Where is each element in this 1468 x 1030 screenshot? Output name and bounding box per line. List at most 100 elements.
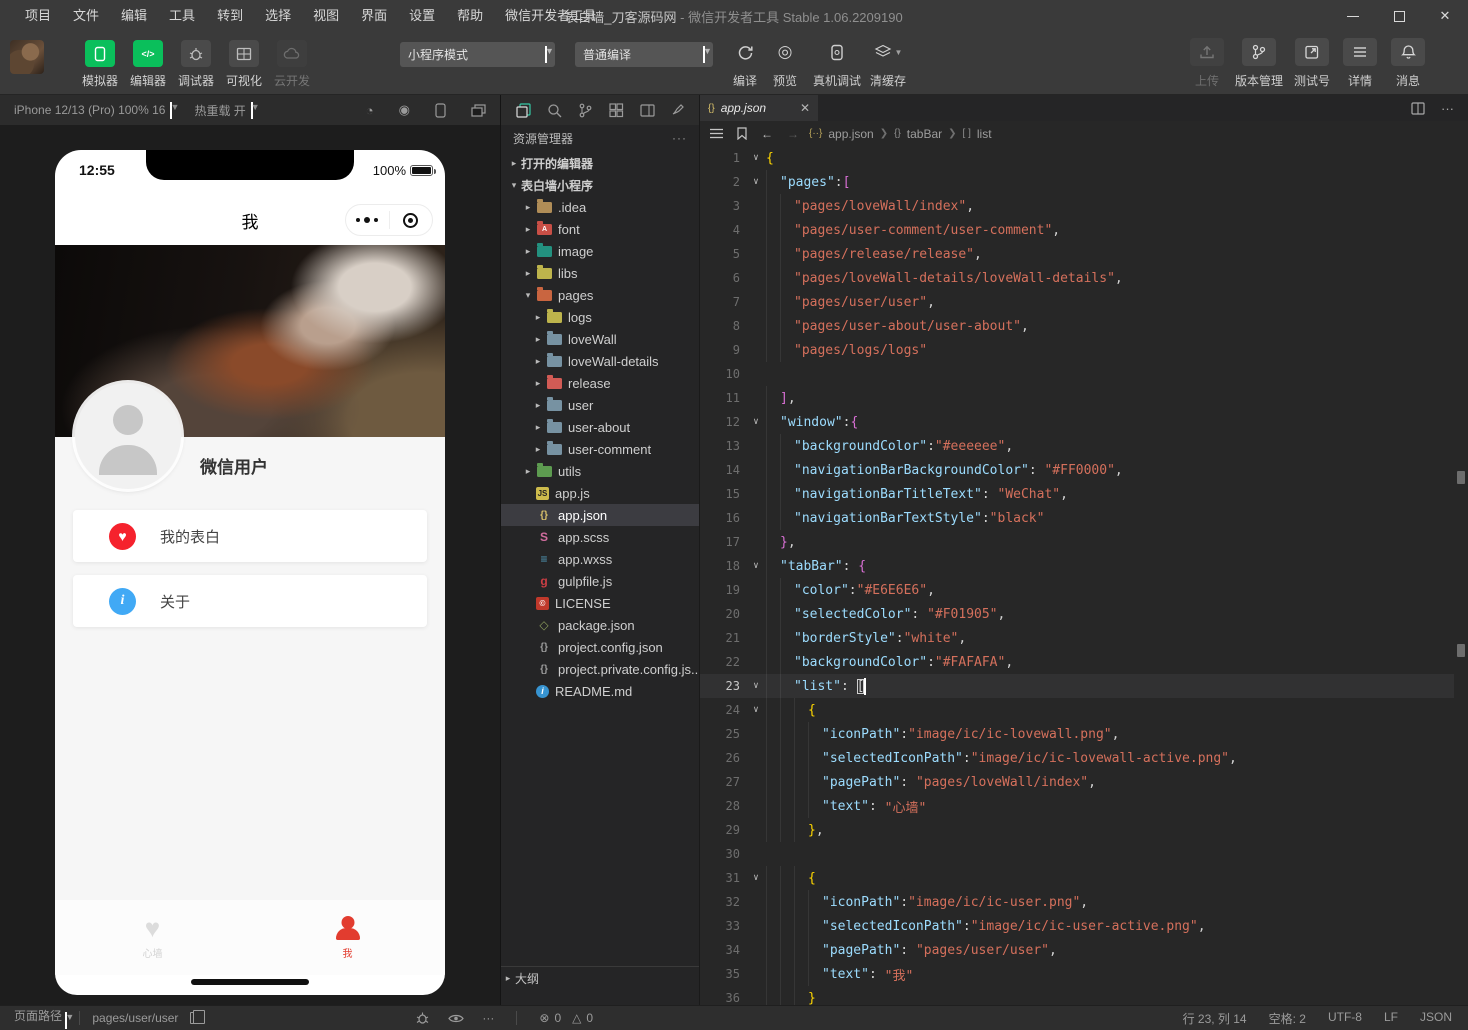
code-line-2[interactable]: 2∨"pages":[ — [700, 170, 1454, 194]
chevron-right-icon[interactable]: ▸ — [531, 444, 545, 455]
breadcrumb-item-app.json[interactable]: app.json — [828, 127, 873, 141]
code-line-34[interactable]: 34"pagePath": "pages/user/user", — [700, 938, 1454, 962]
tree-item-utils[interactable]: ▸utils — [501, 460, 699, 482]
chevron-right-icon[interactable]: ▸ — [531, 312, 545, 323]
code-line-22[interactable]: 22"backgroundColor":"#FAFAFA", — [700, 650, 1454, 674]
home-indicator[interactable] — [191, 979, 309, 985]
close-capsule-button[interactable] — [390, 213, 433, 228]
tree-item-project.config.json[interactable]: {}project.config.json — [501, 636, 699, 658]
chevron-right-icon[interactable]: ▸ — [521, 224, 535, 235]
fold-chevron-icon[interactable]: ∨ — [746, 177, 766, 187]
device-selector[interactable]: iPhone 12/13 (Pro) 100% 16▼ — [14, 102, 172, 119]
chevron-right-icon[interactable]: ▸ — [521, 202, 535, 213]
tab-app-json[interactable]: {} app.json ✕ — [700, 95, 818, 121]
clear-cache-button[interactable]: ▼ — [871, 38, 905, 66]
chevron-right-icon[interactable]: ▸ — [531, 356, 545, 367]
menu-item-2[interactable]: 文件 — [62, 0, 110, 32]
tree-item-release[interactable]: ▸release — [501, 372, 699, 394]
more-icon[interactable]: ··· — [482, 1011, 494, 1025]
test-account-button[interactable] — [1295, 38, 1329, 66]
menu-item-4[interactable]: 工具 — [158, 0, 206, 32]
tab-heart-wall[interactable]: ♥ 心墙 — [55, 900, 250, 975]
fold-chevron-icon[interactable]: ∨ — [746, 873, 766, 883]
tree-item-loveWall[interactable]: ▸loveWall — [501, 328, 699, 350]
fold-chevron-icon[interactable]: ∨ — [746, 681, 766, 691]
theme-brush-icon[interactable] — [668, 100, 688, 120]
chevron-right-icon[interactable]: ▸ — [521, 466, 535, 477]
menu-item-3[interactable]: 编辑 — [110, 0, 158, 32]
code-line-11[interactable]: 11], — [700, 386, 1454, 410]
problems-indicator[interactable]: ⊗0 △0 — [539, 1011, 593, 1025]
status-indent-setting[interactable]: 空格: 2 — [1269, 1010, 1306, 1027]
chevron-right-icon[interactable]: ▸ — [531, 400, 545, 411]
tree-item-font[interactable]: ▸Afont — [501, 218, 699, 240]
chevron-down-icon[interactable]: ▾ — [521, 290, 535, 301]
more-button[interactable] — [346, 217, 389, 223]
tree-item-README.md[interactable]: iREADME.md — [501, 680, 699, 702]
tree-item-image[interactable]: ▸image — [501, 240, 699, 262]
menu-item-6[interactable]: 选择 — [254, 0, 302, 32]
code-line-30[interactable]: 30 — [700, 842, 1454, 866]
compile-button[interactable] — [728, 38, 762, 66]
code-line-29[interactable]: 29}, — [700, 818, 1454, 842]
code-line-5[interactable]: 5"pages/release/release", — [700, 242, 1454, 266]
tree-item-gulpfile.js[interactable]: ggulpfile.js — [501, 570, 699, 592]
search-icon[interactable] — [544, 100, 564, 120]
status-cursor-position[interactable]: 行 23, 列 14 — [1183, 1010, 1247, 1027]
minimize-button[interactable] — [1330, 0, 1376, 32]
debugger-button[interactable] — [181, 40, 211, 67]
tree-item-user-about[interactable]: ▸user-about — [501, 416, 699, 438]
rotate-icon[interactable]: ◔ — [366, 103, 374, 118]
code-line-26[interactable]: 26"selectedIconPath":"image/ic/ic-lovewa… — [700, 746, 1454, 770]
code-line-35[interactable]: 35"text": "我" — [700, 962, 1454, 986]
tree-item--[interactable]: ▸打开的编辑器 — [501, 152, 699, 174]
visualizer-button[interactable] — [229, 40, 259, 67]
code-line-13[interactable]: 13"backgroundColor":"#eeeeee", — [700, 434, 1454, 458]
chevron-right-icon[interactable]: ▸ — [507, 158, 521, 169]
code-line-15[interactable]: 15"navigationBarTitleText": "WeChat", — [700, 482, 1454, 506]
code-line-6[interactable]: 6"pages/loveWall-details/loveWall-detail… — [700, 266, 1454, 290]
copy-icon[interactable] — [190, 1012, 200, 1024]
menu-item-1[interactable]: 项目 — [14, 0, 62, 32]
editor-scrollbar[interactable] — [1454, 146, 1468, 1005]
code-line-10[interactable]: 10 — [700, 362, 1454, 386]
compile-dropdown[interactable]: 普通编译▼ — [575, 42, 713, 67]
chevron-right-icon[interactable]: ▸ — [521, 246, 535, 257]
outline-section[interactable]: ▸ 大纲 — [501, 966, 699, 990]
code-line-16[interactable]: 16"navigationBarTextStyle":"black" — [700, 506, 1454, 530]
code-line-24[interactable]: 24∨{ — [700, 698, 1454, 722]
multi-window-icon[interactable] — [471, 104, 486, 117]
tree-item--[interactable]: ▾表白墙小程序 — [501, 174, 699, 196]
code-line-19[interactable]: 19"color":"#E6E6E6", — [700, 578, 1454, 602]
code-line-9[interactable]: 9"pages/logs/logs" — [700, 338, 1454, 362]
code-line-25[interactable]: 25"iconPath":"image/ic/ic-lovewall.png", — [700, 722, 1454, 746]
menu-item-10[interactable]: 帮助 — [446, 0, 494, 32]
close-button[interactable]: ✕ — [1422, 0, 1468, 32]
code-line-23[interactable]: 23∨"list": [ — [700, 674, 1454, 698]
avatar[interactable] — [75, 383, 181, 489]
chevron-right-icon[interactable]: ▸ — [531, 334, 545, 345]
chevron-down-icon[interactable]: ▾ — [507, 180, 521, 191]
messages-button[interactable] — [1391, 38, 1425, 66]
tree-item-LICENSE[interactable]: ©LICENSE — [501, 592, 699, 614]
record-icon[interactable]: ◉ — [399, 102, 410, 118]
forward-icon[interactable]: → — [787, 127, 799, 141]
fold-chevron-icon[interactable]: ∨ — [746, 561, 766, 571]
device-frame-icon[interactable] — [435, 103, 446, 118]
user-avatar[interactable] — [10, 40, 44, 74]
tree-item-app.json[interactable]: {}app.json — [501, 504, 699, 526]
code-line-3[interactable]: 3"pages/loveWall/index", — [700, 194, 1454, 218]
menu-item-8[interactable]: 界面 — [350, 0, 398, 32]
tab-me[interactable]: 我 — [250, 900, 445, 975]
tree-item-loveWall-details[interactable]: ▸loveWall-details — [501, 350, 699, 372]
tree-item-.idea[interactable]: ▸.idea — [501, 196, 699, 218]
code-line-21[interactable]: 21"borderStyle":"white", — [700, 626, 1454, 650]
close-icon[interactable]: ✕ — [800, 101, 810, 115]
fold-chevron-icon[interactable]: ∨ — [746, 705, 766, 715]
tree-item-pages[interactable]: ▾pages — [501, 284, 699, 306]
tree-item-app.wxss[interactable]: ≡app.wxss — [501, 548, 699, 570]
code-line-8[interactable]: 8"pages/user-about/user-about", — [700, 314, 1454, 338]
files-icon[interactable] — [513, 100, 533, 120]
chevron-right-icon[interactable]: ▸ — [531, 378, 545, 389]
code-area[interactable]: 1∨{2∨"pages":[3"pages/loveWall/index",4"… — [700, 146, 1454, 1005]
